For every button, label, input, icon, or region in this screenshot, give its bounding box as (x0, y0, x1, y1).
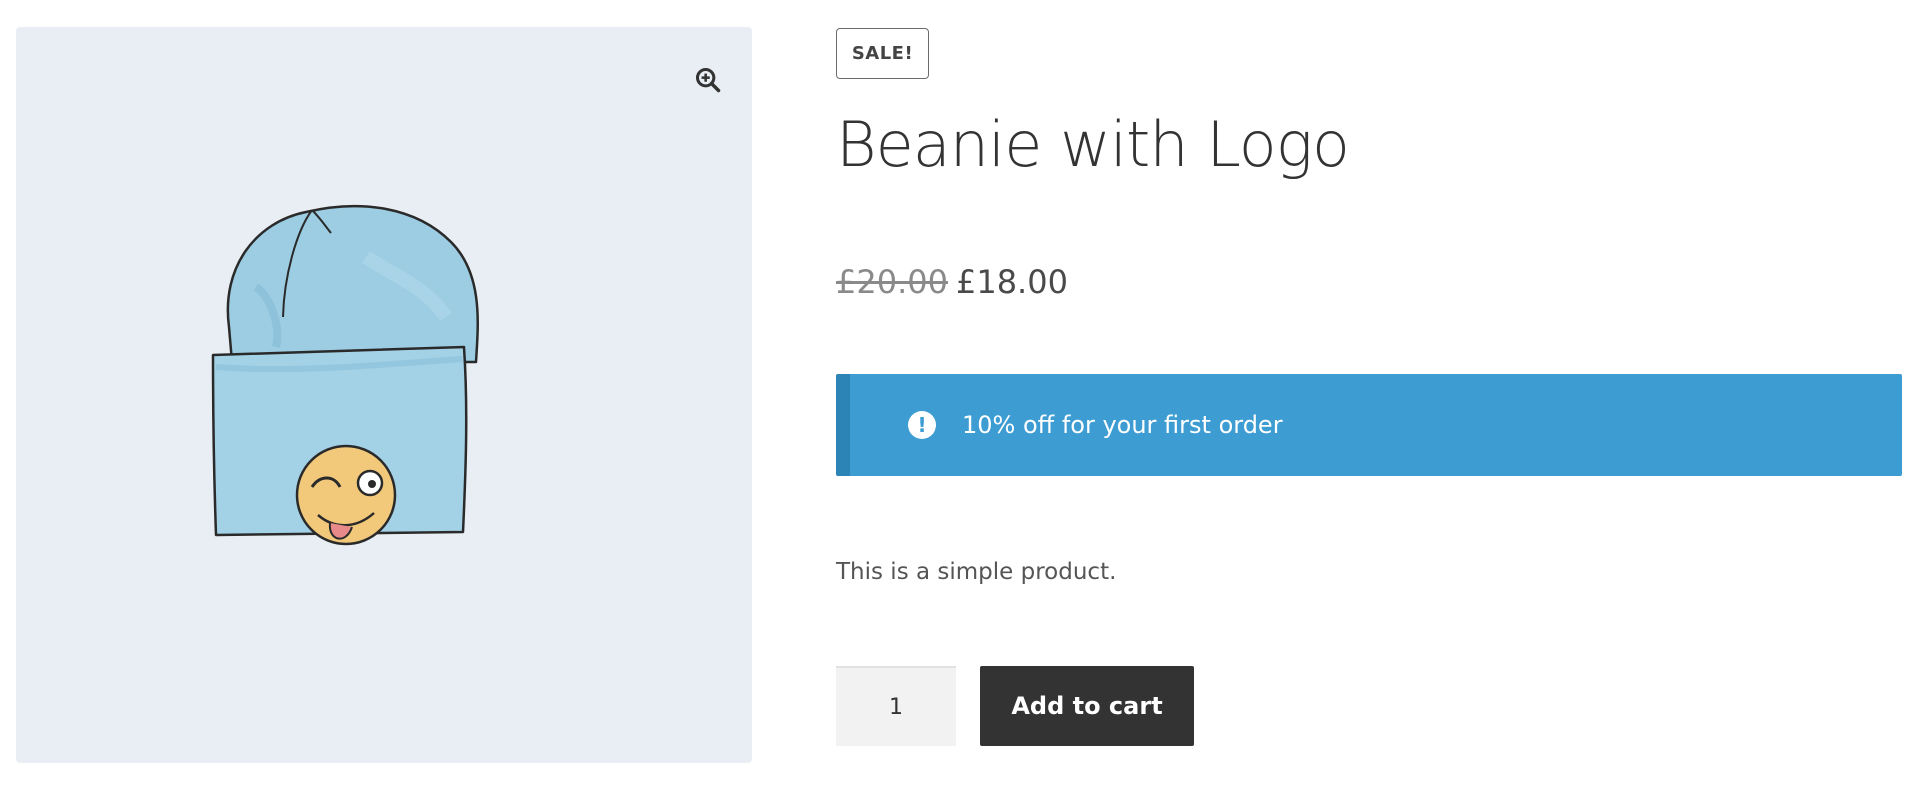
product-price: £20.00 £18.00 (836, 263, 1068, 301)
info-notice: ! 10% off for your first order (836, 374, 1902, 476)
beanie-crown (226, 204, 479, 364)
quantity-input[interactable] (836, 666, 956, 746)
product-title: Beanie with Logo (836, 108, 1350, 181)
zoom-button[interactable] (684, 56, 732, 104)
regular-price: £20.00 (836, 263, 948, 301)
product-gallery (16, 27, 752, 763)
notice-text: 10% off for your first order (962, 411, 1283, 439)
beanie-product-image (211, 204, 479, 546)
short-description: This is a simple product. (836, 559, 1117, 585)
zoom-in-icon (695, 67, 721, 93)
product-page: SALE! Beanie with Logo £20.00 £18.00 ! 10… (0, 0, 1920, 788)
add-to-cart-button[interactable]: Add to cart (980, 666, 1194, 746)
winking-smiley-logo (295, 444, 397, 546)
sale-badge: SALE! (836, 28, 929, 79)
sale-price: £18.00 (955, 263, 1068, 301)
info-exclamation-icon: ! (908, 411, 936, 439)
